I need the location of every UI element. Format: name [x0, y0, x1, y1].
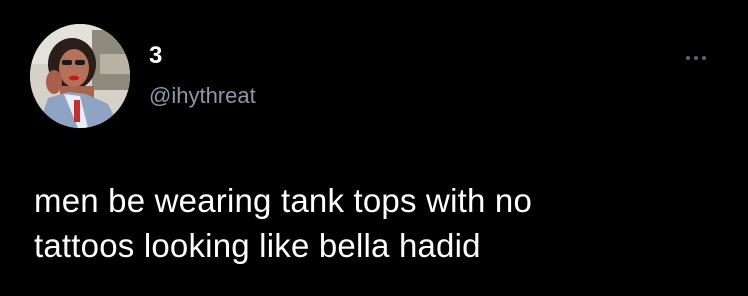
- tweet-text: men be wearing tank tops with no tattoos…: [34, 178, 724, 268]
- profile-photo-icon: [30, 24, 130, 128]
- tweet-card: 3 @ihythreat men be wearing tank tops wi…: [0, 0, 748, 296]
- avatar[interactable]: [30, 24, 130, 128]
- more-options-button[interactable]: [676, 48, 716, 68]
- more-dots-icon: [694, 56, 698, 60]
- more-dots-icon: [702, 56, 706, 60]
- tweet-text-line: tattoos looking like bella hadid: [34, 227, 481, 264]
- username-handle[interactable]: @ihythreat: [149, 83, 256, 109]
- tweet-text-line: men be wearing tank tops with no: [34, 182, 533, 219]
- more-dots-icon: [686, 56, 690, 60]
- display-name[interactable]: 3: [149, 42, 162, 70]
